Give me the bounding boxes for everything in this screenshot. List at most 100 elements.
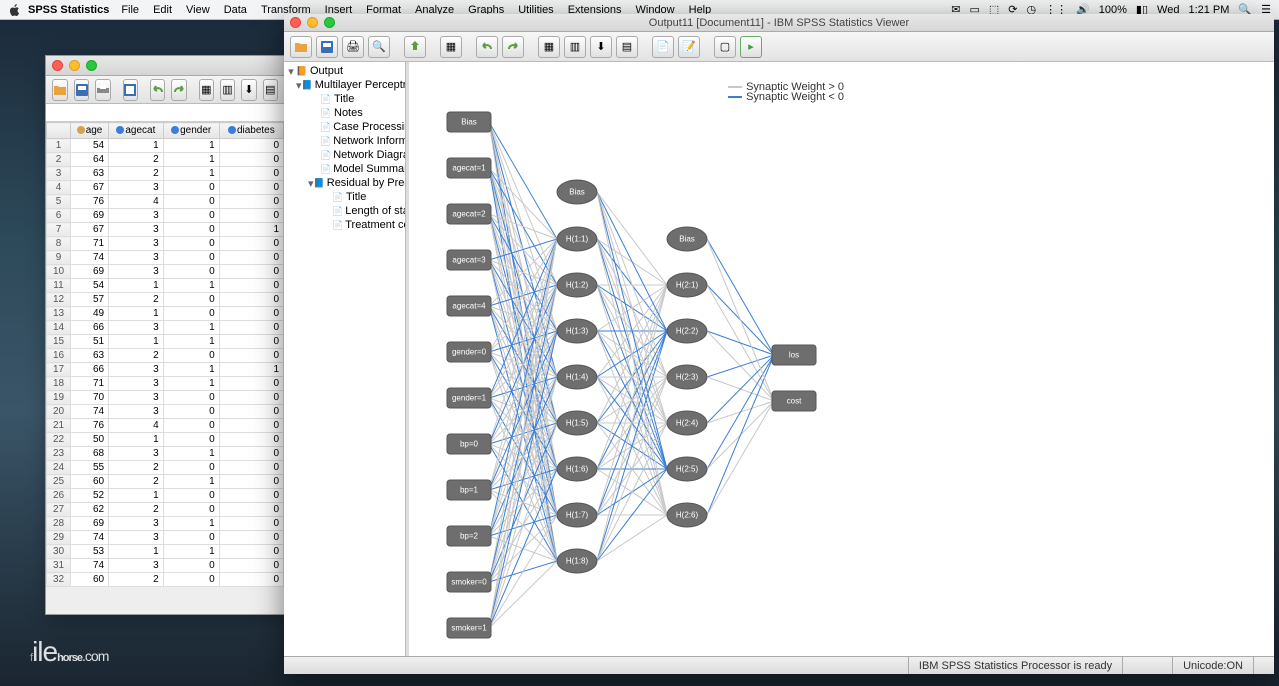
output-outline[interactable]: ▾📙Output ▾📘Multilayer Perceptron 📄Title📄…	[284, 62, 406, 656]
column-header[interactable]: agecat	[109, 123, 164, 139]
table-row[interactable]: 2974300	[47, 531, 284, 545]
outline-item[interactable]: Title	[346, 191, 366, 203]
table-row[interactable]: 363210	[47, 167, 284, 181]
outline-item[interactable]: Title	[334, 93, 354, 105]
recall-dialog-button[interactable]	[123, 79, 138, 101]
output-viewer-window[interactable]: Output11 [Document11] - IBM SPSS Statist…	[284, 14, 1274, 674]
table-row[interactable]: 669300	[47, 209, 284, 223]
find-button[interactable]: ▤	[263, 79, 278, 101]
table-row[interactable]: 1154110	[47, 279, 284, 293]
status-bar: IBM SPSS Statistics Processor is ready U…	[284, 656, 1274, 674]
table-row[interactable]: 2250100	[47, 433, 284, 447]
table-row[interactable]: 1970300	[47, 391, 284, 405]
goto-case-button[interactable]: ▥	[564, 36, 586, 58]
outline-item[interactable]: Model Summary	[333, 163, 406, 175]
variables-button[interactable]: ⬇	[590, 36, 612, 58]
table-row[interactable]: 2652100	[47, 489, 284, 503]
traffic-lights[interactable]	[290, 17, 335, 28]
select-last-button[interactable]: ▤	[616, 36, 638, 58]
svg-text:H(1:4): H(1:4)	[566, 373, 589, 382]
undo-button[interactable]	[150, 79, 165, 101]
table-row[interactable]: 467300	[47, 181, 284, 195]
table-row[interactable]: 1349100	[47, 307, 284, 321]
data-editor-window[interactable]: ▦ ▥ ⬇ ▤ ageagecatgenderdiabetes 15411026…	[45, 55, 285, 615]
table-row[interactable]: 1069300	[47, 265, 284, 279]
table-row[interactable]: 3260200	[47, 573, 284, 587]
table-row[interactable]: 1257200	[47, 293, 284, 307]
outline-item[interactable]: Length of sta	[345, 205, 406, 217]
column-header[interactable]: diabetes	[219, 123, 283, 139]
zoom-button[interactable]	[324, 17, 335, 28]
menu-edit[interactable]: Edit	[153, 4, 172, 16]
minimize-button[interactable]	[307, 17, 318, 28]
table-row[interactable]: 1551110	[47, 335, 284, 349]
run-descriptives-button[interactable]: ▸	[740, 36, 762, 58]
table-row[interactable]: 2560210	[47, 475, 284, 489]
outline-item[interactable]: Network Diagram	[333, 149, 406, 161]
outline-root[interactable]: Output	[310, 65, 343, 77]
undo-button[interactable]	[476, 36, 498, 58]
redo-button[interactable]	[502, 36, 524, 58]
table-row[interactable]: 1663200	[47, 349, 284, 363]
outline-proc[interactable]: Multilayer Perceptron	[315, 79, 406, 91]
column-header[interactable]: gender	[163, 123, 219, 139]
table-row[interactable]: 2074300	[47, 405, 284, 419]
export-button[interactable]	[404, 36, 426, 58]
outline-item[interactable]: Treatment co	[345, 219, 406, 231]
table-row[interactable]: 2368310	[47, 447, 284, 461]
formula-bar[interactable]	[46, 104, 284, 122]
open-button[interactable]	[290, 36, 312, 58]
output-canvas[interactable]: Synaptic Weight > 0 Synaptic Weight < 0 …	[406, 62, 1274, 656]
traffic-lights[interactable]	[52, 60, 97, 71]
save-button[interactable]	[74, 79, 89, 101]
data-grid[interactable]: ageagecatgenderdiabetes 1541102642103632…	[46, 122, 284, 587]
redo-button[interactable]	[171, 79, 186, 101]
network-diagram: Biasagecat=1agecat=2agecat=3agecat=4gend…	[419, 67, 979, 656]
viewer-titlebar[interactable]: Output11 [Document11] - IBM SPSS Statist…	[284, 14, 1274, 32]
outline-item[interactable]: Case Processing	[333, 121, 406, 133]
table-row[interactable]: 3053110	[47, 545, 284, 559]
zoom-button[interactable]	[86, 60, 97, 71]
outline-item[interactable]: Notes	[334, 107, 363, 119]
save-button[interactable]	[316, 36, 338, 58]
status-unicode: Unicode:ON	[1172, 657, 1253, 674]
table-row[interactable]: 1871310	[47, 377, 284, 391]
print-preview-button[interactable]: 🔍	[368, 36, 390, 58]
recall-dialog-button[interactable]: ▦	[440, 36, 462, 58]
svg-text:smoker=1: smoker=1	[451, 624, 487, 633]
close-button[interactable]	[290, 17, 301, 28]
apple-icon	[8, 3, 22, 17]
menu-data[interactable]: Data	[224, 4, 247, 16]
goto-var-button[interactable]: ▥	[220, 79, 235, 101]
outline-item[interactable]: Network Informa	[333, 135, 406, 147]
table-row[interactable]: 154110	[47, 139, 284, 153]
designate-window-button[interactable]: ▢	[714, 36, 736, 58]
table-row[interactable]: 2176400	[47, 419, 284, 433]
goto-case-button[interactable]: ▦	[199, 79, 214, 101]
minimize-button[interactable]	[69, 60, 80, 71]
outline-resid[interactable]: Residual by Pred	[327, 177, 406, 189]
table-row[interactable]: 974300	[47, 251, 284, 265]
goto-data-button[interactable]: ▦	[538, 36, 560, 58]
print-button[interactable]: 🖨	[342, 36, 364, 58]
menu-view[interactable]: View	[186, 4, 210, 16]
close-button[interactable]	[52, 60, 63, 71]
insert-text-button[interactable]: 📄	[652, 36, 674, 58]
insert-title-button[interactable]: 📝	[678, 36, 700, 58]
table-row[interactable]: 767301	[47, 223, 284, 237]
column-header[interactable]: age	[71, 123, 109, 139]
menu-file[interactable]: File	[121, 4, 139, 16]
table-row[interactable]: 871300	[47, 237, 284, 251]
print-button[interactable]	[95, 79, 110, 101]
table-row[interactable]: 1466310	[47, 321, 284, 335]
table-row[interactable]: 2869310	[47, 517, 284, 531]
open-button[interactable]	[52, 79, 68, 101]
table-row[interactable]: 2455200	[47, 461, 284, 475]
table-row[interactable]: 3174300	[47, 559, 284, 573]
table-row[interactable]: 1766311	[47, 363, 284, 377]
table-row[interactable]: 2762200	[47, 503, 284, 517]
dataeditor-titlebar[interactable]	[46, 56, 284, 76]
table-row[interactable]: 264210	[47, 153, 284, 167]
variables-button[interactable]: ⬇	[241, 79, 256, 101]
table-row[interactable]: 576400	[47, 195, 284, 209]
